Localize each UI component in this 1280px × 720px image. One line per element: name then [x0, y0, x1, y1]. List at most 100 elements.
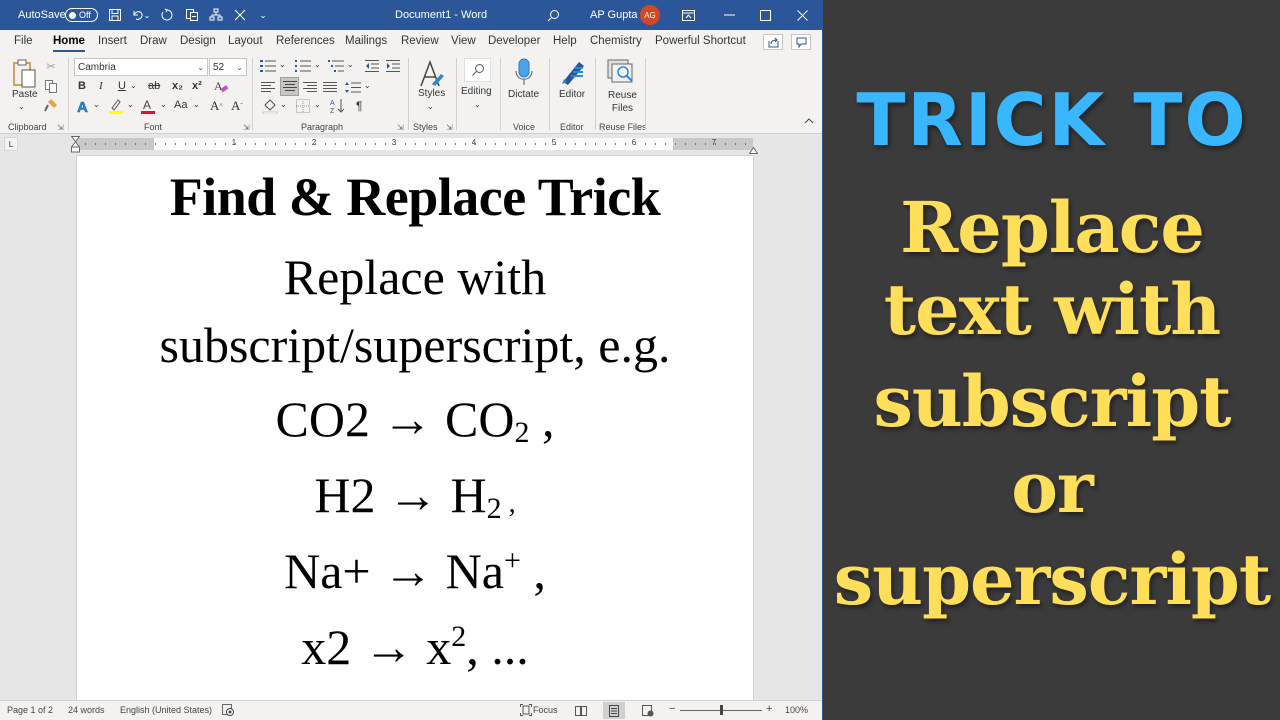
find-icon[interactable]: [464, 58, 491, 82]
styles-icon[interactable]: [418, 59, 446, 89]
minimize-button[interactable]: [711, 0, 747, 30]
tab-developer[interactable]: Developer: [488, 35, 540, 47]
document-page[interactable]: Find & Replace Trick Replace with subscr…: [76, 155, 754, 700]
chevron-down-icon[interactable]: ⌄: [347, 60, 354, 69]
numbering-icon[interactable]: [295, 59, 311, 73]
format-painter-icon[interactable]: [44, 98, 58, 112]
search-icon[interactable]: [547, 0, 560, 30]
tab-chemistry[interactable]: Chemistry: [590, 35, 642, 47]
align-center-icon[interactable]: [280, 77, 299, 96]
bullets-icon[interactable]: [260, 59, 276, 73]
print-layout-icon[interactable]: [603, 702, 625, 719]
language-status[interactable]: English (United States): [120, 705, 212, 715]
redo-icon[interactable]: [157, 0, 177, 30]
chevron-down-icon[interactable]: ⌄: [364, 81, 371, 90]
editor-icon[interactable]: [559, 58, 587, 86]
read-mode-icon[interactable]: [570, 702, 592, 719]
undo-dropdown-icon[interactable]: ⌄: [142, 0, 152, 30]
grow-font-button[interactable]: A ^: [210, 98, 223, 114]
decrease-indent-icon[interactable]: [365, 59, 379, 73]
styles-launcher-icon[interactable]: ⇲: [446, 123, 453, 132]
multilevel-list-icon[interactable]: [328, 59, 344, 73]
font-size-combo[interactable]: 52 ⌄: [209, 58, 247, 76]
font-color-icon[interactable]: A: [140, 98, 156, 114]
zoom-in-button[interactable]: +: [766, 703, 772, 715]
paste-dropdown-icon[interactable]: ⌄: [18, 102, 25, 111]
clear-formatting-icon[interactable]: A: [213, 78, 229, 94]
line-spacing-icon[interactable]: [345, 80, 361, 94]
reuse-files-icon[interactable]: [607, 59, 635, 85]
paste-label[interactable]: Paste: [12, 89, 38, 100]
tab-insert[interactable]: Insert: [98, 35, 127, 47]
customize-qat-icon[interactable]: ⌄: [253, 0, 273, 30]
microphone-icon[interactable]: [514, 58, 534, 86]
align-left-icon[interactable]: [260, 80, 276, 94]
clipboard-launcher-icon[interactable]: ⇲: [57, 123, 64, 132]
tab-review[interactable]: Review: [401, 35, 439, 47]
dictate-button-label[interactable]: Dictate: [508, 89, 539, 100]
close-button[interactable]: [784, 0, 820, 30]
paste-icon[interactable]: [10, 58, 40, 90]
tab-home[interactable]: Home: [53, 35, 85, 52]
focus-label[interactable]: Focus: [533, 705, 558, 715]
strikethrough-button[interactable]: ab: [148, 80, 160, 92]
tab-help[interactable]: Help: [553, 35, 577, 47]
superscript-button[interactable]: x²: [192, 80, 202, 92]
org-chart-icon[interactable]: [206, 0, 226, 30]
borders-icon[interactable]: [295, 98, 311, 114]
share-icon[interactable]: [763, 34, 783, 50]
web-layout-icon[interactable]: [637, 702, 659, 719]
comments-icon[interactable]: [791, 34, 811, 50]
chevron-down-icon[interactable]: ⌄: [160, 100, 167, 109]
zoom-out-button[interactable]: −: [669, 703, 675, 715]
zoom-slider-thumb[interactable]: [720, 705, 723, 715]
tab-layout[interactable]: Layout: [228, 35, 263, 47]
increase-indent-icon[interactable]: [386, 59, 400, 73]
tab-design[interactable]: Design: [180, 35, 216, 47]
chevron-down-icon[interactable]: ⌄: [93, 100, 100, 109]
styles-button-label[interactable]: Styles: [418, 88, 445, 99]
tab-draw[interactable]: Draw: [140, 35, 167, 47]
ribbon-display-icon[interactable]: [670, 0, 706, 30]
save-icon[interactable]: [105, 0, 125, 30]
shrink-font-button[interactable]: Aˇ: [231, 98, 243, 114]
align-right-icon[interactable]: [302, 80, 318, 94]
copy-icon[interactable]: [182, 0, 202, 30]
page-count[interactable]: Page 1 of 2: [7, 705, 53, 715]
italic-button[interactable]: I: [99, 80, 103, 92]
tab-view[interactable]: View: [451, 35, 476, 47]
underline-dropdown-icon[interactable]: ⌄: [130, 81, 137, 90]
highlight-icon[interactable]: [108, 98, 124, 114]
reuse-files-button-label[interactable]: Reuse Files: [608, 89, 637, 115]
copy-icon[interactable]: [44, 79, 58, 93]
tab-powerful-shortcut[interactable]: Powerful Shortcut: [655, 35, 746, 47]
cut-icon[interactable]: ✂: [44, 59, 58, 73]
zoom-level[interactable]: 100%: [785, 705, 808, 715]
avatar[interactable]: AG: [640, 5, 660, 25]
tab-selector[interactable]: L: [4, 137, 18, 151]
show-formatting-marks-button[interactable]: ¶: [356, 99, 362, 113]
editor-button-label[interactable]: Editor: [559, 89, 585, 100]
underline-button[interactable]: U: [118, 80, 126, 92]
chevron-down-icon[interactable]: ⌄: [314, 100, 321, 109]
horizontal-ruler[interactable]: 1 2 3 4 5 6 7: [75, 138, 753, 150]
font-name-combo[interactable]: Cambria ⌄: [74, 58, 208, 76]
chevron-down-icon[interactable]: ⌄: [279, 60, 286, 69]
chevron-down-icon[interactable]: ⌄: [314, 60, 321, 69]
font-launcher-icon[interactable]: ⇲: [243, 123, 250, 132]
collapse-ribbon-icon[interactable]: [804, 118, 814, 124]
shading-icon[interactable]: [262, 98, 278, 114]
chevron-down-icon[interactable]: ⌄: [280, 100, 287, 109]
bold-button[interactable]: B: [78, 80, 86, 92]
close-doc-icon[interactable]: [230, 0, 250, 30]
editing-button-label[interactable]: Editing: [461, 86, 492, 97]
chevron-down-icon[interactable]: ⌄: [427, 102, 434, 111]
tab-file[interactable]: File: [14, 35, 33, 47]
chevron-down-icon[interactable]: ⌄: [127, 100, 134, 109]
word-count[interactable]: 24 words: [68, 705, 105, 715]
user-name[interactable]: AP Gupta: [590, 0, 638, 30]
tab-mailings[interactable]: Mailings: [345, 35, 387, 47]
chevron-down-icon[interactable]: ⌄: [193, 100, 200, 109]
tab-references[interactable]: References: [276, 35, 335, 47]
paragraph-launcher-icon[interactable]: ⇲: [397, 123, 404, 132]
